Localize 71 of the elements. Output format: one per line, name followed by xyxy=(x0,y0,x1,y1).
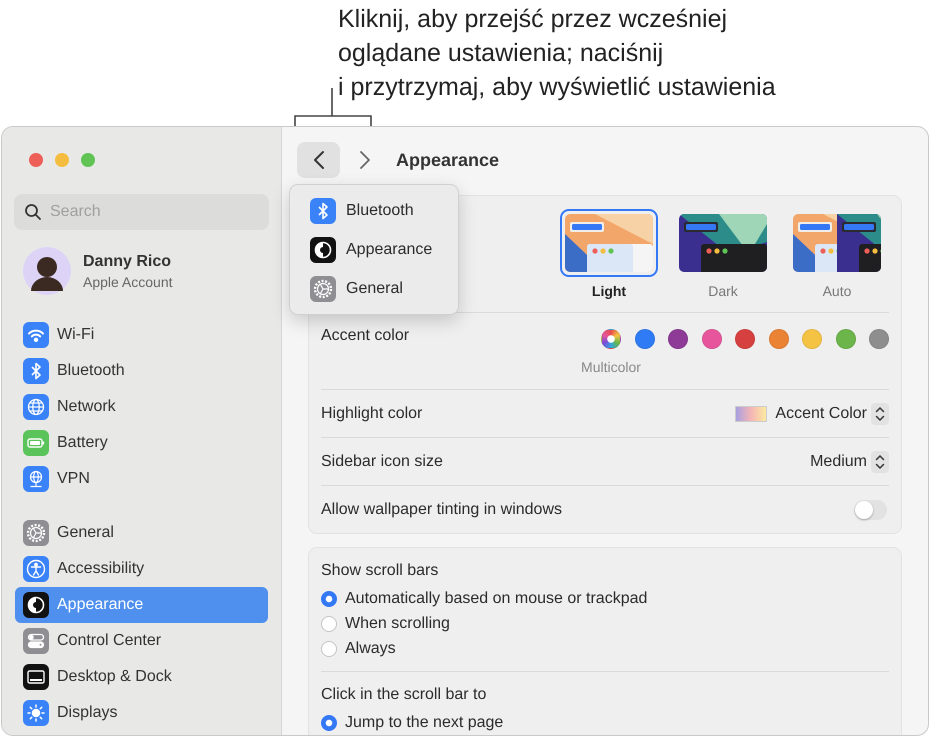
appearance-icon xyxy=(310,236,336,262)
stepper-icon[interactable] xyxy=(871,402,889,424)
appearance-icon xyxy=(23,592,49,618)
search-field[interactable]: Search xyxy=(14,194,269,230)
avatar[interactable] xyxy=(23,247,71,295)
globe-icon xyxy=(23,394,49,420)
section-label: Click in the scroll bar to xyxy=(321,686,488,704)
menu-item[interactable]: General xyxy=(290,269,458,308)
radio-label[interactable]: Always xyxy=(345,640,396,658)
sidebar-item[interactable]: Accessibility xyxy=(15,551,268,587)
search-icon xyxy=(24,203,42,221)
radio-label[interactable]: When scrolling xyxy=(345,614,450,632)
menu-item[interactable]: Appearance xyxy=(290,230,458,269)
color-swatch[interactable] xyxy=(735,329,755,349)
sidebar-item[interactable]: Network xyxy=(15,389,268,425)
color-swatch[interactable] xyxy=(802,329,822,349)
accent-name: Multicolor xyxy=(581,359,641,375)
callout-text: Kliknij, aby przejść przez wcześniej oglądane ustawienia; naciśnij i przytrzymaj, aby wyświetlić ustawienia xyxy=(337,4,777,103)
icon-size-popup[interactable]: Medium xyxy=(810,452,867,470)
highlight-color-popup[interactable]: Accent Color xyxy=(775,404,867,422)
chevron-left-icon xyxy=(312,150,324,170)
chevron-right-icon xyxy=(359,150,371,170)
radio-button[interactable] xyxy=(321,714,337,730)
toggles-icon xyxy=(23,628,49,654)
color-swatch[interactable] xyxy=(668,329,688,349)
theme-label: Light xyxy=(592,283,626,299)
sidebar-item[interactable]: Battery xyxy=(15,425,268,461)
battery-icon xyxy=(23,430,49,456)
color-swatch[interactable] xyxy=(634,329,654,349)
sun-icon xyxy=(23,700,49,726)
gear-icon xyxy=(23,520,49,546)
color-swatch[interactable] xyxy=(869,329,889,349)
back-button[interactable] xyxy=(297,142,340,178)
account-name[interactable]: Danny Rico xyxy=(83,252,173,270)
sidebar-item[interactable]: General xyxy=(15,515,268,551)
setting-label: Highlight color xyxy=(321,404,422,422)
accessibility-icon xyxy=(23,556,49,582)
menu-item[interactable]: Bluetooth xyxy=(290,191,458,230)
wifi-icon xyxy=(23,322,49,348)
radio-label[interactable]: Jump to the next page xyxy=(345,714,504,732)
theme-label: Dark xyxy=(708,283,738,299)
sidebar-item[interactable]: Displays xyxy=(15,695,268,731)
sidebar-item[interactable]: Control Center xyxy=(15,623,268,659)
color-swatch[interactable] xyxy=(768,329,788,349)
vpn-icon xyxy=(23,466,49,492)
color-swatch[interactable] xyxy=(836,329,856,349)
page-title: Appearance xyxy=(396,150,500,170)
radio-label[interactable]: Automatically based on mouse or trackpad xyxy=(345,590,648,608)
sidebar-item[interactable]: Wi-Fi xyxy=(15,317,268,353)
bluetooth-icon xyxy=(23,358,49,384)
bluetooth-icon xyxy=(310,198,336,224)
radio-button[interactable] xyxy=(321,640,337,656)
account-subtitle: Apple Account xyxy=(83,274,173,290)
radio-button[interactable] xyxy=(321,616,337,632)
section-label: Show scroll bars xyxy=(321,562,440,580)
sidebar-item[interactable]: Bluetooth xyxy=(15,353,268,389)
color-swatch[interactable] xyxy=(702,329,722,349)
setting-label: Allow wallpaper tinting in windows xyxy=(321,500,562,518)
gear-icon xyxy=(310,276,336,302)
stepper-icon[interactable] xyxy=(871,450,889,472)
multicolor-swatch[interactable] xyxy=(601,329,621,349)
radio-button[interactable] xyxy=(321,590,337,606)
setting-label: Sidebar icon size xyxy=(321,452,443,470)
toggle-switch[interactable] xyxy=(854,500,887,520)
theme-label: Auto xyxy=(822,283,852,299)
close-button[interactable] xyxy=(29,153,43,167)
gradient-swatch xyxy=(735,406,768,422)
sidebar-item[interactable]: VPN xyxy=(15,461,268,497)
sidebar-item[interactable]: Desktop & Dock xyxy=(15,659,268,695)
dock-icon xyxy=(23,664,49,690)
setting-label: Accent color xyxy=(321,327,410,345)
